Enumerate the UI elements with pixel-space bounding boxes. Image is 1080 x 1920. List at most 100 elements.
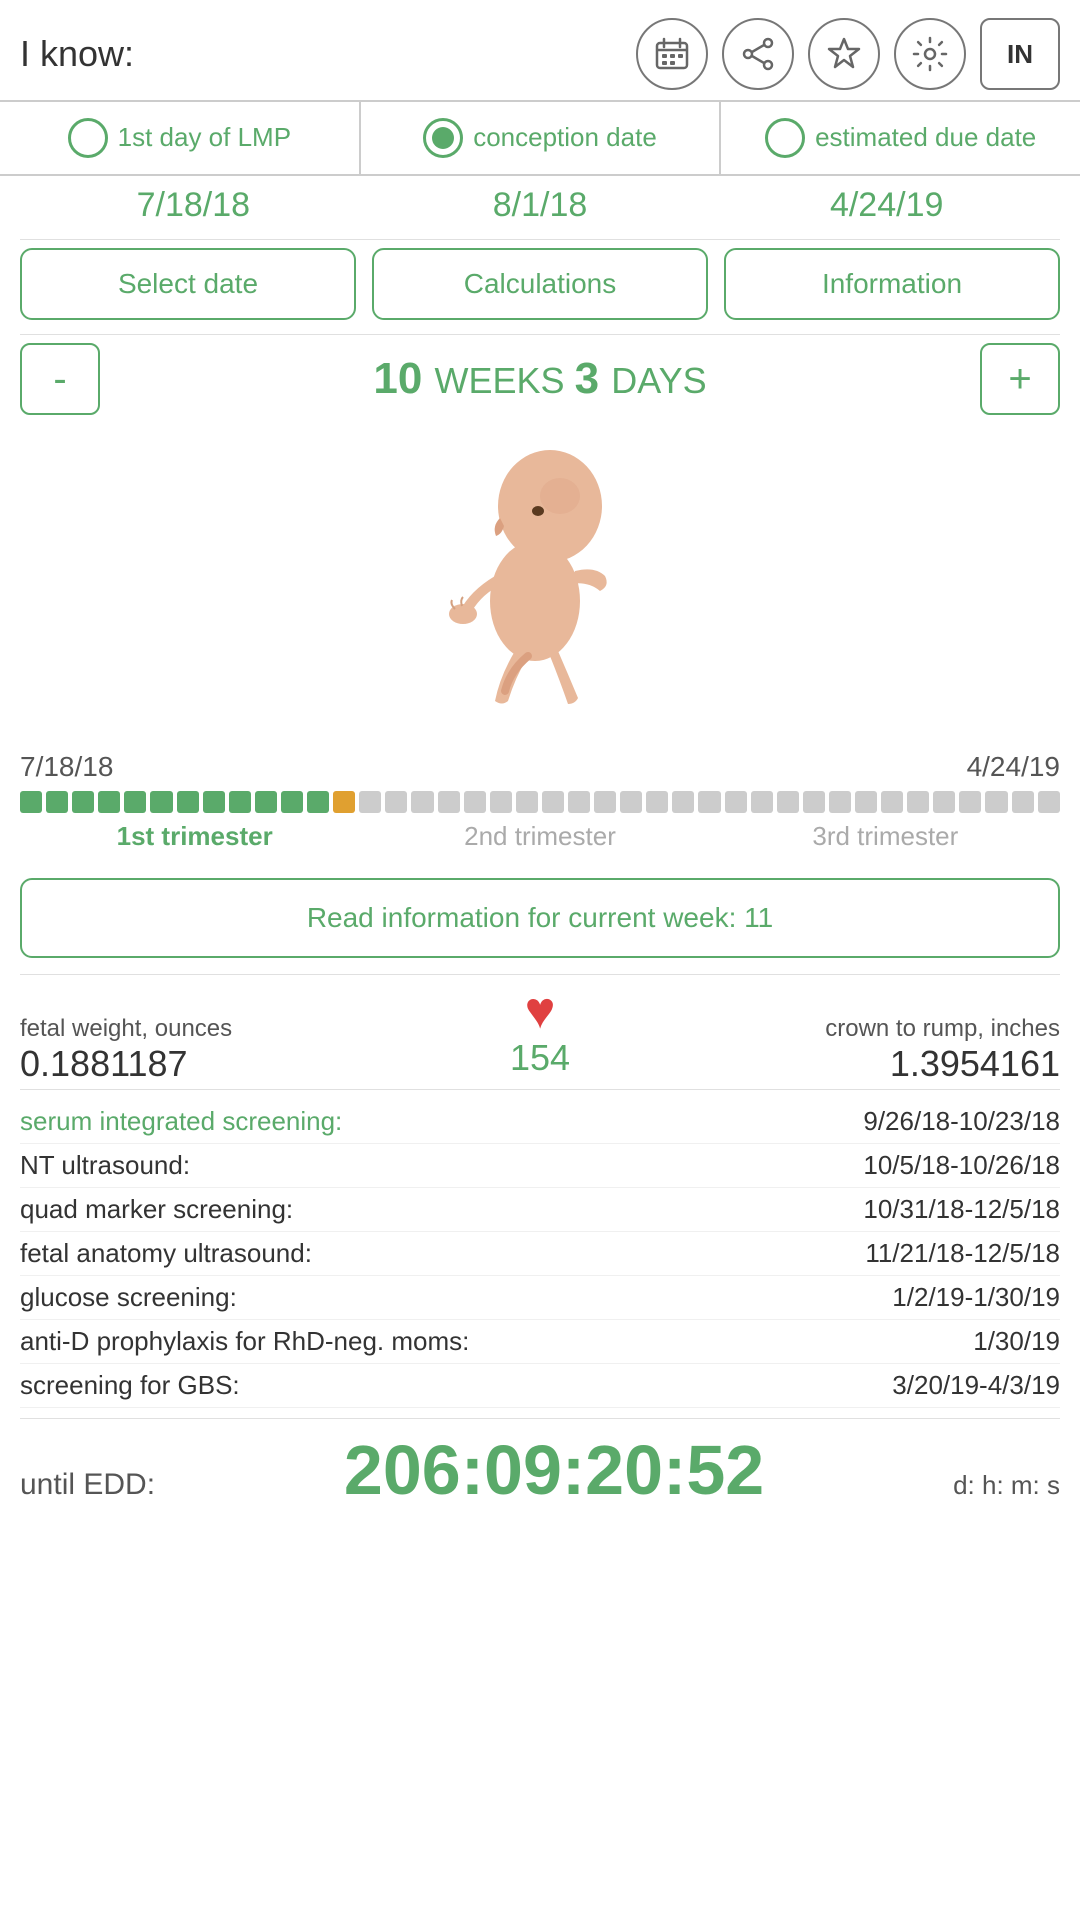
- days-number: 3: [575, 354, 599, 403]
- progress-segment-gray: [646, 791, 668, 813]
- calendar-icon-btn[interactable]: [636, 18, 708, 90]
- progress-segment-green: [72, 791, 94, 813]
- countdown-row: until EDD: 206:09:20:52 d: h: m: s: [0, 1419, 1080, 1525]
- weeks-label: WEEKS: [435, 360, 575, 401]
- information-button[interactable]: Information: [724, 248, 1060, 320]
- list-item: serum integrated screening:9/26/18-10/23…: [20, 1100, 1060, 1144]
- progress-segment-green: [98, 791, 120, 813]
- progress-end-date: 4/24/19: [967, 751, 1060, 783]
- progress-segment-gray: [516, 791, 538, 813]
- progress-segment-gray: [907, 791, 929, 813]
- progress-area: 7/18/18 4/24/19 1st trimester 2nd trimes…: [0, 751, 1080, 862]
- units-btn[interactable]: IN: [980, 18, 1060, 90]
- heart-icon: ♥: [525, 985, 556, 1037]
- progress-segment-green: [177, 791, 199, 813]
- due-label: estimated due date: [815, 122, 1036, 153]
- stats-row: fetal weight, ounces 0.1881187 ♥ 154 cro…: [0, 975, 1080, 1089]
- days-label: DAYS: [611, 360, 706, 401]
- progress-segment-gray: [464, 791, 486, 813]
- progress-segment-gray: [385, 791, 407, 813]
- fetal-weight-label: fetal weight, ounces: [20, 1015, 470, 1043]
- top-icons: IN: [152, 18, 1060, 90]
- conception-label: conception date: [473, 122, 657, 153]
- lmp-radio[interactable]: [68, 118, 108, 158]
- progress-segment-green: [307, 791, 329, 813]
- screening-label: fetal anatomy ultrasound:: [20, 1238, 312, 1269]
- progress-segment-gray: [542, 791, 564, 813]
- progress-segment-green: [229, 791, 251, 813]
- progress-segment-gray: [438, 791, 460, 813]
- screening-date: 1/30/19: [973, 1326, 1060, 1357]
- screening-label: serum integrated screening:: [20, 1106, 342, 1137]
- screening-section: serum integrated screening:9/26/18-10/23…: [0, 1090, 1080, 1418]
- heart-rate-value: 154: [510, 1037, 570, 1079]
- dhms-label: d: h: m: s: [953, 1470, 1060, 1501]
- screening-label: quad marker screening:: [20, 1194, 293, 1225]
- progress-segment-green: [150, 791, 172, 813]
- star-icon-btn[interactable]: [808, 18, 880, 90]
- progress-segment-gray: [490, 791, 512, 813]
- screening-date: 1/2/19-1/30/19: [892, 1282, 1060, 1313]
- progress-segment-gray: [672, 791, 694, 813]
- due-date: 4/24/19: [713, 186, 1060, 225]
- list-item: NT ultrasound: 10/5/18-10/26/18: [20, 1144, 1060, 1188]
- screening-label: anti-D prophylaxis for RhD-neg. moms:: [20, 1326, 469, 1357]
- share-icon-btn[interactable]: [722, 18, 794, 90]
- due-date-option[interactable]: estimated due date: [721, 102, 1080, 174]
- plus-button[interactable]: +: [980, 343, 1060, 415]
- progress-segment-gray: [411, 791, 433, 813]
- progress-segment-gray: [829, 791, 851, 813]
- fetus-image: [420, 446, 660, 726]
- settings-icon-btn[interactable]: [894, 18, 966, 90]
- countdown-value: 206:09:20:52: [344, 1435, 764, 1505]
- progress-segment-gray: [725, 791, 747, 813]
- weeks-number: 10: [373, 354, 422, 403]
- i-know-label: I know:: [20, 33, 134, 75]
- heart-rate-stat: ♥ 154: [480, 985, 600, 1085]
- fetus-container: [0, 431, 1080, 751]
- buttons-row: Select date Calculations Information: [0, 240, 1080, 334]
- screening-date: 10/31/18-12/5/18: [863, 1194, 1060, 1225]
- due-radio[interactable]: [765, 118, 805, 158]
- progress-segment-gray: [359, 791, 381, 813]
- list-item: fetal anatomy ultrasound:11/21/18-12/5/1…: [20, 1232, 1060, 1276]
- trimester-2-label: 2nd trimester: [367, 821, 712, 852]
- lmp-label: 1st day of LMP: [118, 122, 291, 153]
- conception-option[interactable]: conception date: [361, 102, 722, 174]
- progress-bar: [20, 791, 1060, 813]
- trimester-labels: 1st trimester 2nd trimester 3rd trimeste…: [20, 821, 1060, 852]
- minus-button[interactable]: -: [20, 343, 100, 415]
- conception-date: 8/1/18: [367, 186, 714, 225]
- progress-dates: 7/18/18 4/24/19: [20, 751, 1060, 783]
- screening-label: NT ultrasound:: [20, 1150, 190, 1181]
- read-info-button[interactable]: Read information for current week: 11: [20, 878, 1060, 958]
- progress-segment-gray: [881, 791, 903, 813]
- fetal-weight-stat: fetal weight, ounces 0.1881187: [20, 1015, 470, 1085]
- progress-start-date: 7/18/18: [20, 751, 113, 783]
- conception-radio[interactable]: [423, 118, 463, 158]
- screening-label: glucose screening:: [20, 1282, 237, 1313]
- trimester-1-label: 1st trimester: [22, 821, 367, 852]
- crown-rump-value: 1.3954161: [610, 1043, 1060, 1085]
- screening-date: 3/20/19-4/3/19: [892, 1370, 1060, 1401]
- calculations-button[interactable]: Calculations: [372, 248, 708, 320]
- screening-date: 10/5/18-10/26/18: [863, 1150, 1060, 1181]
- progress-segment-gray: [568, 791, 590, 813]
- crown-rump-stat: crown to rump, inches 1.3954161: [610, 1015, 1060, 1085]
- progress-segment-gray: [933, 791, 955, 813]
- select-date-button[interactable]: Select date: [20, 248, 356, 320]
- progress-segment-gray: [698, 791, 720, 813]
- progress-segment-green: [20, 791, 42, 813]
- progress-segment-gray: [803, 791, 825, 813]
- weeks-row: - 10 WEEKS 3 DAYS +: [0, 335, 1080, 431]
- radio-row: 1st day of LMP conception date estimated…: [0, 100, 1080, 176]
- lmp-option[interactable]: 1st day of LMP: [0, 102, 361, 174]
- progress-segment-orange: [333, 791, 355, 813]
- progress-segment-green: [255, 791, 277, 813]
- lmp-date: 7/18/18: [20, 186, 367, 225]
- list-item: screening for GBS:3/20/19-4/3/19: [20, 1364, 1060, 1408]
- weeks-display: 10 WEEKS 3 DAYS: [114, 354, 966, 404]
- list-item: glucose screening: 1/2/19-1/30/19: [20, 1276, 1060, 1320]
- progress-segment-green: [281, 791, 303, 813]
- until-edd-label: until EDD:: [20, 1468, 155, 1502]
